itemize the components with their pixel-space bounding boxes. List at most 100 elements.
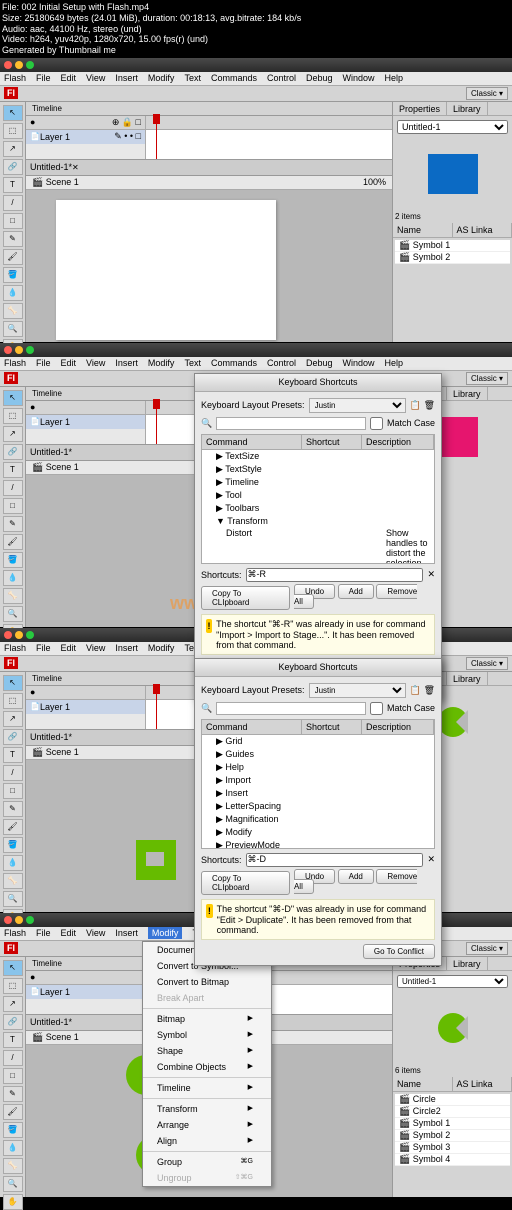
tool-5[interactable]: / [3, 195, 23, 211]
menu-item-bitmap[interactable]: Bitmap▶ [143, 1011, 271, 1027]
tool-5[interactable]: / [3, 1050, 23, 1066]
lib-item[interactable]: 🎬 Symbol 1 [395, 1118, 510, 1130]
tool-9[interactable]: 🪣 [3, 837, 23, 853]
minimize-icon[interactable] [15, 346, 23, 354]
menu-edit[interactable]: Edit [61, 643, 77, 653]
tool-7[interactable]: ✎ [3, 1086, 23, 1102]
tool-11[interactable]: 🦴 [3, 303, 23, 319]
menu-item-arrange[interactable]: Arrange▶ [143, 1117, 271, 1133]
copy-clipboard-button[interactable]: Copy To CLIpboard [201, 586, 290, 610]
menu-file[interactable]: File [36, 928, 51, 938]
menu-debug[interactable]: Debug [306, 73, 333, 83]
menu-help[interactable]: Help [385, 73, 404, 83]
lib-item[interactable]: 🎬 Symbol 4 [395, 1154, 510, 1166]
command-row[interactable]: ▶ Help [202, 761, 434, 774]
menu-text[interactable]: Text [184, 358, 201, 368]
tool-10[interactable]: 💧 [3, 1140, 23, 1156]
tool-8[interactable]: 🖌 [3, 1104, 23, 1120]
commands-table[interactable]: CommandShortcutDescription ▶ TextSize▶ T… [201, 434, 435, 564]
tool-11[interactable]: 🦴 [3, 873, 23, 889]
scene-name[interactable]: 🎬 Scene 1 [32, 462, 79, 473]
command-row[interactable]: ▶ LetterSpacing [202, 800, 434, 813]
tool-12[interactable]: 🔍 [3, 891, 23, 907]
menu-modify[interactable]: Modify [148, 643, 175, 653]
tool-0[interactable]: ↖ [3, 675, 23, 691]
menu-item-shape[interactable]: Shape▶ [143, 1043, 271, 1059]
menu-view[interactable]: View [86, 643, 105, 653]
menu-item-combine-objects[interactable]: Combine Objects▶ [143, 1059, 271, 1075]
tool-9[interactable]: 🪣 [3, 267, 23, 283]
scene-name[interactable]: 🎬 Scene 1 [32, 747, 79, 758]
command-row[interactable]: ▶ Insert [202, 787, 434, 800]
menu-edit[interactable]: Edit [61, 358, 77, 368]
command-row[interactable]: ▶ PreviewMode [202, 839, 434, 849]
menu-item-convert-to-bitmap[interactable]: Convert to Bitmap [143, 974, 271, 990]
menu-item-transform[interactable]: Transform▶ [143, 1101, 271, 1117]
match-case-checkbox[interactable] [370, 417, 383, 430]
lib-col-name[interactable]: Name [393, 223, 453, 237]
layer-row[interactable]: 📄 Layer 1 [26, 415, 145, 429]
command-row[interactable]: ▶ Grid [202, 735, 434, 748]
tool-3[interactable]: 🔗 [3, 444, 23, 460]
menu-flash[interactable]: Flash [4, 928, 26, 938]
menu-help[interactable]: Help [385, 358, 404, 368]
lib-item[interactable]: 🎬 Circle2 [395, 1106, 510, 1118]
layer-row[interactable]: 📄 Layer 1✎ • • □ [26, 130, 145, 144]
layer-row[interactable]: 📄 Layer 1 [26, 985, 145, 999]
shortcut-input[interactable] [246, 853, 424, 867]
menu-view[interactable]: View [86, 73, 105, 83]
tool-4[interactable]: T [3, 177, 23, 193]
commands-table[interactable]: CommandShortcutDescription ▶ Grid▶ Guide… [201, 719, 435, 849]
scene-name[interactable]: 🎬 Scene 1 [32, 1032, 79, 1043]
menu-modify[interactable]: Modify [148, 927, 183, 939]
lib-col-linkage[interactable]: AS Linka [453, 223, 512, 237]
library-doc-select[interactable]: Untitled-1 [397, 975, 508, 988]
tool-0[interactable]: ↖ [3, 390, 23, 406]
menu-flash[interactable]: Flash [4, 73, 26, 83]
tool-5[interactable]: / [3, 765, 23, 781]
command-row[interactable]: ▶ Modify [202, 826, 434, 839]
tool-12[interactable]: 🔍 [3, 1176, 23, 1192]
menu-window[interactable]: Window [343, 358, 375, 368]
maximize-icon[interactable] [26, 346, 34, 354]
menu-view[interactable]: View [86, 358, 105, 368]
tab-library[interactable]: Library [447, 672, 488, 685]
menu-text[interactable]: Text [184, 73, 201, 83]
document-tab[interactable]: Untitled-1* [30, 447, 72, 457]
menu-file[interactable]: File [36, 643, 51, 653]
tool-0[interactable]: ↖ [3, 105, 23, 121]
close-icon[interactable] [4, 61, 12, 69]
close-icon[interactable] [4, 346, 12, 354]
tool-6[interactable]: □ [3, 1068, 23, 1084]
tool-5[interactable]: / [3, 480, 23, 496]
command-row[interactable]: ▶ Import [202, 774, 434, 787]
tool-7[interactable]: ✎ [3, 231, 23, 247]
tool-6[interactable]: □ [3, 498, 23, 514]
tool-11[interactable]: 🦴 [3, 588, 23, 604]
tool-12[interactable]: 🔍 [3, 321, 23, 337]
canvas-stage[interactable] [56, 200, 276, 340]
tool-7[interactable]: ✎ [3, 516, 23, 532]
command-row[interactable]: ▶ Magnification [202, 813, 434, 826]
tool-8[interactable]: 🖌 [3, 249, 23, 265]
tool-8[interactable]: 🖌 [3, 534, 23, 550]
close-icon[interactable] [4, 916, 12, 924]
add-button[interactable]: Add [338, 869, 374, 884]
menu-insert[interactable]: Insert [115, 73, 138, 83]
tool-1[interactable]: ⬚ [3, 123, 23, 139]
green-shape[interactable] [136, 840, 176, 880]
menu-insert[interactable]: Insert [115, 928, 138, 938]
tool-7[interactable]: ✎ [3, 801, 23, 817]
search-input[interactable] [216, 702, 366, 715]
menu-item-timeline[interactable]: Timeline▶ [143, 1080, 271, 1096]
frames-area[interactable] [146, 116, 392, 159]
preset-select[interactable]: Justin [309, 683, 406, 698]
command-row[interactable]: ▶ Timeline [202, 476, 434, 489]
command-row[interactable]: ▶ Tool [202, 489, 434, 502]
tab-library[interactable]: Library [447, 387, 488, 400]
lib-item[interactable]: 🎬 Symbol 3 [395, 1142, 510, 1154]
add-button[interactable]: Add [338, 584, 374, 599]
lib-item[interactable]: 🎬 Symbol 1 [395, 240, 510, 252]
tool-3[interactable]: 🔗 [3, 729, 23, 745]
lib-item[interactable]: 🎬 Symbol 2 [395, 1130, 510, 1142]
